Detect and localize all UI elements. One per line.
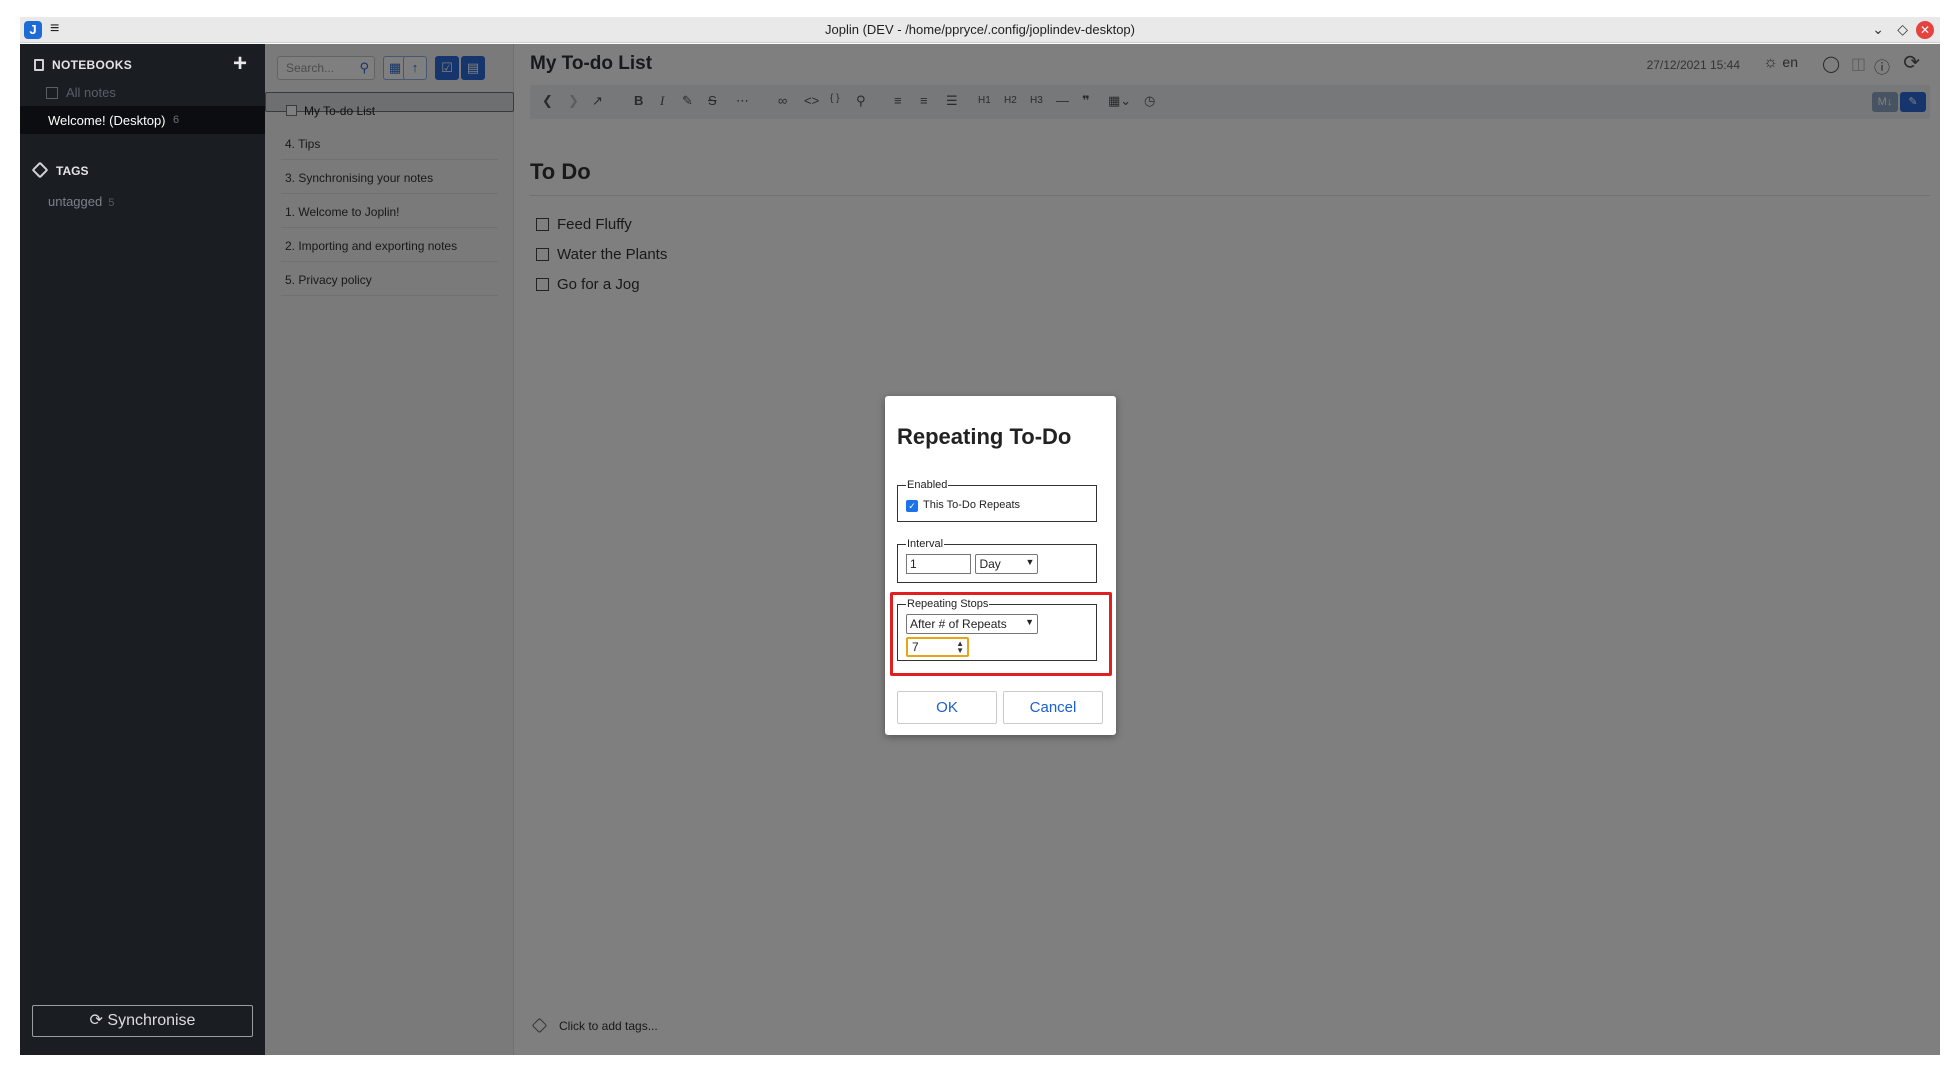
sidebar: NOTEBOOKS + All notes Welcome! (Desktop)… [20,44,265,1055]
all-notes-icon [46,87,58,99]
interval-legend: Interval [907,538,944,550]
all-notes-label: All notes [66,85,116,100]
tags-header[interactable]: TAGS [31,161,89,179]
dialog-title: Repeating To-Do [897,424,1072,449]
tags-header-label: TAGS [56,164,89,178]
chevron-down-icon: ▼ [1025,557,1035,567]
tag-icon [31,161,49,179]
repeating-todo-dialog: Repeating To-Do Enabled ✓ This To-Do Repe… [885,396,1116,735]
untagged-label: untagged [48,194,103,209]
diamond-icon[interactable]: ◇ [1897,20,1908,38]
app-window: J ≡ Joplin (DEV - /home/ppryce/.config/j… [20,17,1940,1055]
ok-button[interactable]: OK [897,691,997,724]
add-notebook-button[interactable]: + [233,50,247,78]
sidebar-item-untagged[interactable]: untagged 5 [48,194,114,209]
interval-fieldset: Interval 1 Day ▼ [897,538,1097,583]
synchronise-label: Synchronise [107,1012,196,1029]
repeat-checkbox[interactable]: ✓ [906,500,918,512]
interval-unit-value: Day [979,557,1001,571]
enabled-fieldset: Enabled ✓ This To-Do Repeats [897,479,1097,522]
highlight-box [890,592,1112,676]
window-title: Joplin (DEV - /home/ppryce/.config/jopli… [825,22,1135,37]
notebook-label: Welcome! (Desktop) [48,113,166,128]
notebooks-header[interactable]: NOTEBOOKS [34,58,132,72]
sync-icon: ⟳ [89,1012,103,1029]
interval-input[interactable]: 1 [906,554,971,574]
notebook-count: 6 [173,114,180,126]
notebook-icon [34,59,44,71]
title-bar: J ≡ Joplin (DEV - /home/ppryce/.config/j… [20,17,1940,43]
close-icon[interactable]: ✕ [1916,21,1934,39]
cancel-button[interactable]: Cancel [1003,691,1103,724]
enabled-legend: Enabled [907,479,948,491]
untagged-count: 5 [108,197,115,209]
synchronise-button[interactable]: ⟳ Synchronise [32,1005,253,1037]
sidebar-item-welcome-desktop[interactable]: Welcome! (Desktop) 6 [20,106,265,134]
interval-unit-select[interactable]: Day ▼ [975,554,1039,574]
repeat-checkbox-label: This To-Do Repeats [923,499,1021,511]
chevron-down-icon[interactable]: ⌄ [1872,20,1884,38]
notebooks-header-label: NOTEBOOKS [52,58,133,72]
all-notes-item[interactable]: All notes [46,85,116,100]
